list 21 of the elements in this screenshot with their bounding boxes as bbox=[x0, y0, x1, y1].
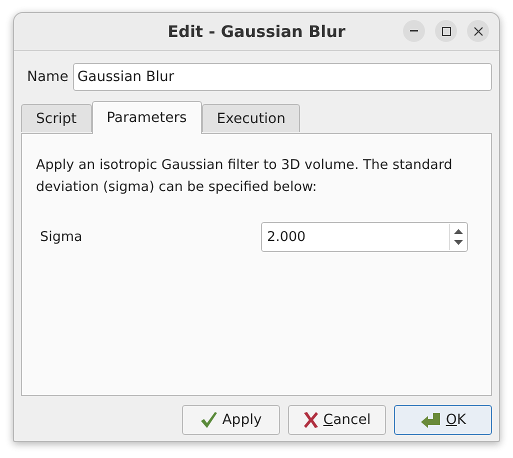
name-field[interactable]: Gaussian Blur bbox=[73, 63, 492, 91]
checkmark-icon bbox=[200, 411, 218, 429]
cancel-button[interactable]: Cancel bbox=[288, 405, 386, 435]
ok-button[interactable]: OK bbox=[394, 405, 492, 435]
tab[interactable]: Parameters bbox=[92, 101, 202, 134]
close-button[interactable] bbox=[467, 20, 489, 42]
cross-icon bbox=[303, 411, 320, 429]
window-title: Edit - Gaussian Blur bbox=[168, 22, 346, 41]
maximize-button[interactable] bbox=[435, 20, 457, 42]
description-text: Apply an isotropic Gaussian filter to 3D volume. The standard deviation (sigma) can be specified below: bbox=[36, 156, 454, 197]
tab[interactable]: Execution bbox=[202, 104, 300, 132]
minimize-button[interactable] bbox=[403, 20, 425, 42]
close-icon bbox=[474, 26, 482, 36]
name-label: Name bbox=[27, 69, 68, 85]
apply-button[interactable]: Apply bbox=[182, 405, 280, 435]
spin-box[interactable]: 2.000 bbox=[261, 222, 468, 252]
return-arrow-icon bbox=[420, 411, 442, 429]
minimize-icon bbox=[410, 30, 418, 32]
parameter-label: Sigma bbox=[40, 229, 82, 245]
tab[interactable]: Script bbox=[21, 104, 92, 132]
maximize-icon bbox=[442, 26, 450, 36]
